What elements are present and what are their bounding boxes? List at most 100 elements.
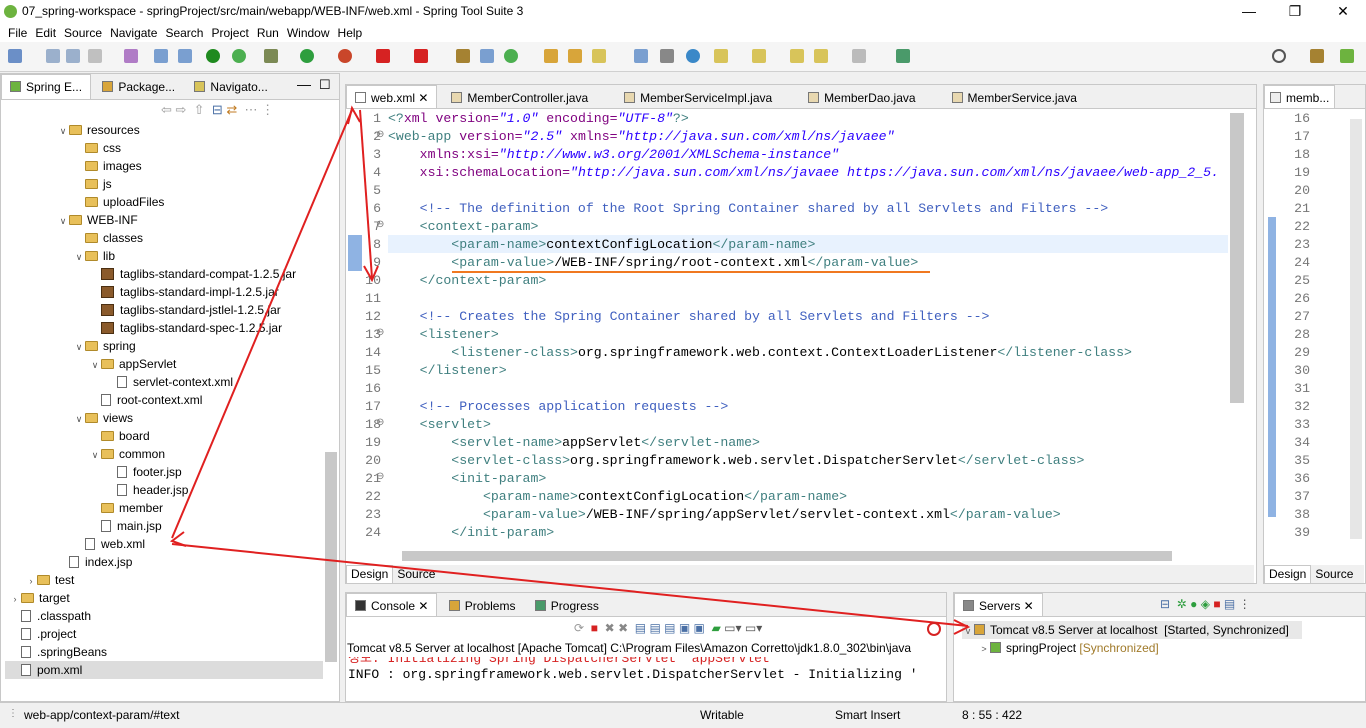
up-icon[interactable]: ⇧: [194, 102, 205, 117]
console-output[interactable]: 정보: Initializing Spring DispatcherServle…: [348, 657, 944, 701]
next-annotation-icon[interactable]: [714, 49, 728, 63]
tree-item[interactable]: taglibs-standard-compat-1.2.5.jar: [5, 265, 323, 283]
right-scrollbar[interactable]: [1350, 119, 1362, 539]
tab-spring-explorer[interactable]: Spring E...: [1, 74, 92, 99]
new-project-icon[interactable]: [456, 49, 470, 63]
right-tab-source[interactable]: Source: [1311, 566, 1357, 583]
external-tools-icon[interactable]: [338, 49, 352, 63]
publish-icon[interactable]: ▤: [1224, 597, 1235, 611]
tree-item[interactable]: taglibs-standard-jstlel-1.2.5.jar: [5, 301, 323, 319]
servers-menu-icon[interactable]: ⋮: [1239, 597, 1251, 611]
tree-item[interactable]: ∨ spring: [5, 337, 323, 355]
stop-icon[interactable]: [376, 49, 390, 63]
tree-item[interactable]: classes: [5, 229, 323, 247]
scroll-lock-icon[interactable]: ▤: [649, 621, 660, 635]
expand-icon[interactable]: v: [962, 622, 974, 640]
filter-icon[interactable]: ⋯: [244, 102, 257, 117]
tab-design[interactable]: Design: [346, 565, 394, 584]
open-folder-icon[interactable]: [544, 49, 558, 63]
menu-help[interactable]: Help: [338, 24, 363, 42]
view-menu-icon[interactable]: ⋮: [261, 102, 274, 117]
search-files-icon[interactable]: [178, 49, 192, 63]
tree-item[interactable]: js: [5, 175, 323, 193]
show-out-icon[interactable]: ▣: [679, 621, 690, 635]
tab-source[interactable]: Source: [393, 566, 439, 583]
new-icon[interactable]: [8, 49, 22, 63]
tree-item[interactable]: ∨ appServlet: [5, 355, 323, 373]
menu-file[interactable]: File: [8, 24, 27, 42]
tree-item[interactable]: ∨ WEB-INF: [5, 211, 323, 229]
refresh-icon[interactable]: [232, 49, 246, 63]
close-button[interactable]: ✕: [1320, 0, 1366, 24]
menu-edit[interactable]: Edit: [35, 24, 56, 42]
new-class-icon[interactable]: [504, 49, 518, 63]
chevron-right-icon[interactable]: ›: [9, 590, 21, 608]
fold-icon[interactable]: ⊖: [376, 417, 384, 428]
code-editor[interactable]: 1 <?xml version="1.0" encoding="UTF-8"?> 2…: [346, 109, 1254, 549]
pen-icon[interactable]: [592, 49, 606, 63]
fold-icon[interactable]: ⊖: [376, 471, 384, 482]
perspective-spring-icon[interactable]: [1340, 49, 1354, 63]
pin-console-icon[interactable]: ▰: [712, 621, 721, 635]
tab-servers[interactable]: Servers ✕: [954, 593, 1043, 616]
new-package-icon[interactable]: [480, 49, 494, 63]
start-server-icon[interactable]: ●: [1190, 597, 1197, 611]
editor-tab[interactable]: MemberServiceImpl.java: [616, 86, 780, 108]
chevron-down-icon[interactable]: ∨: [57, 212, 69, 230]
tree-item[interactable]: board: [5, 427, 323, 445]
globe-icon[interactable]: [686, 49, 700, 63]
debug-server-icon[interactable]: ✲: [1177, 597, 1187, 611]
tree-item[interactable]: servlet-context.xml: [5, 373, 323, 391]
save-all-icon[interactable]: [66, 49, 80, 63]
collapse-all-icon[interactable]: ⊟: [212, 102, 223, 117]
right-tab-design[interactable]: Design: [1264, 565, 1312, 584]
pin-editor-icon[interactable]: [896, 49, 910, 63]
chevron-down-icon[interactable]: ∨: [57, 122, 69, 140]
back-icon[interactable]: [814, 49, 828, 63]
tree-item[interactable]: images: [5, 157, 323, 175]
tab-package-explorer[interactable]: Package...: [94, 75, 183, 99]
fold-icon[interactable]: ⊖: [376, 327, 384, 338]
chevron-down-icon[interactable]: ∨: [89, 356, 101, 374]
menu-run[interactable]: Run: [257, 24, 279, 42]
tab-problems[interactable]: Problems: [441, 594, 524, 616]
tree-item[interactable]: .classpath: [5, 607, 323, 625]
remove-launch-icon[interactable]: ✖: [605, 621, 615, 635]
last-edit-icon[interactable]: [790, 49, 804, 63]
editor-tab[interactable]: MemberController.java: [443, 86, 596, 108]
collapse-servers-icon[interactable]: ⊟: [1160, 597, 1170, 611]
debug-icon[interactable]: [264, 49, 278, 63]
chevron-right-icon[interactable]: ›: [25, 572, 37, 590]
tree-item[interactable]: uploadFiles: [5, 193, 323, 211]
close-tab-icon[interactable]: ✕: [415, 91, 428, 105]
switch-icon[interactable]: [124, 49, 138, 63]
tree-item[interactable]: ∨ resources: [5, 121, 323, 139]
explorer-scrollbar[interactable]: [325, 452, 337, 662]
menu-window[interactable]: Window: [287, 24, 330, 42]
chevron-down-icon[interactable]: ∨: [73, 338, 85, 356]
server-module-row[interactable]: > springProject [Synchronized]: [978, 639, 1298, 657]
tree-item[interactable]: ∨ common: [5, 445, 323, 463]
maximize-button[interactable]: ❐: [1272, 0, 1318, 24]
menu-project[interactable]: Project: [211, 24, 248, 42]
server-row[interactable]: v Tomcat v8.5 Server at localhost [Starte…: [962, 621, 1302, 639]
terminate-icon[interactable]: ■: [591, 621, 598, 635]
show-err-icon[interactable]: ▣: [694, 621, 705, 635]
tree-item[interactable]: .springBeans: [5, 643, 323, 661]
display-console-icon[interactable]: ▭▾: [724, 621, 741, 635]
tree-item[interactable]: ∨ views: [5, 409, 323, 427]
power-icon[interactable]: [206, 49, 220, 63]
editor-hscrollbar[interactable]: [390, 549, 1218, 563]
open-task-icon[interactable]: [568, 49, 582, 63]
editor-tab[interactable]: web.xml ✕: [346, 85, 438, 108]
minimize-button[interactable]: —: [1226, 0, 1272, 24]
tree-item[interactable]: ∨ lib: [5, 247, 323, 265]
menu-search[interactable]: Search: [165, 24, 203, 42]
tree-item[interactable]: › target: [5, 589, 323, 607]
annotation-icon[interactable]: [634, 49, 648, 63]
tree-item[interactable]: pom.xml: [5, 661, 323, 679]
print-icon[interactable]: [88, 49, 102, 63]
prev-annotation-icon[interactable]: [752, 49, 766, 63]
profile-server-icon[interactable]: ◈: [1201, 597, 1210, 611]
relaunch-icon[interactable]: [414, 49, 428, 63]
